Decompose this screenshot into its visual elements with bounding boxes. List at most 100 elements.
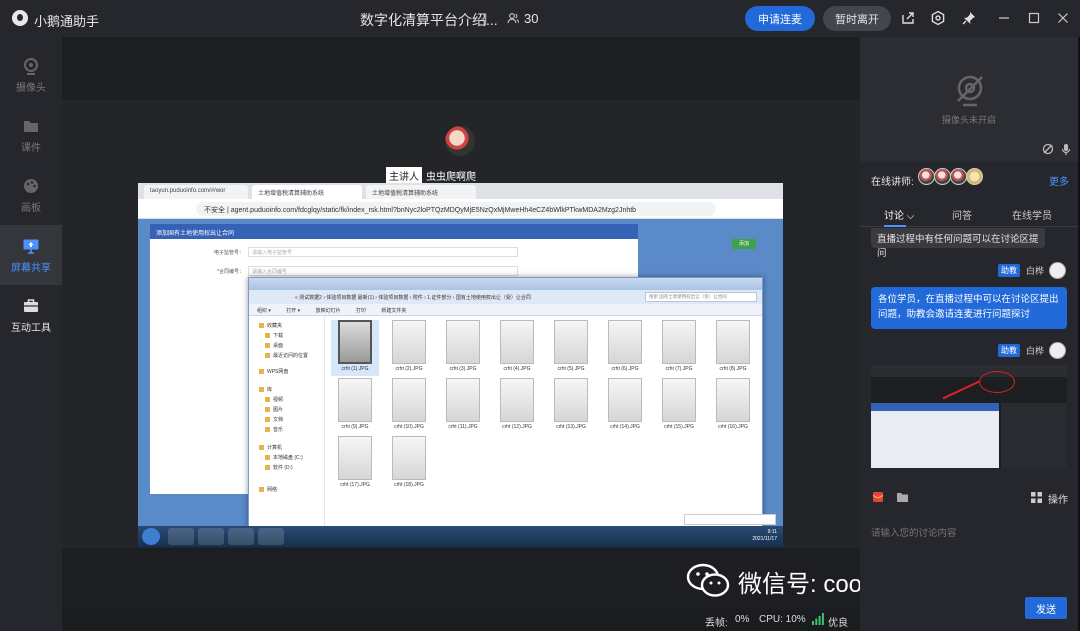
- presenter-name: 虫虫爬啊爬: [426, 172, 476, 183]
- frame-loss-value: 0%: [735, 614, 750, 625]
- add-record-button: 添加: [732, 239, 756, 249]
- file-thumbnail: crht (8).JPG: [709, 320, 757, 376]
- role-badge: 助教: [997, 344, 1020, 357]
- form-label: 电子监管号：: [213, 249, 244, 256]
- participants-icon: [507, 13, 519, 24]
- image-file-icon: [716, 320, 750, 364]
- tab-discussion[interactable]: 讨论 ⌵: [884, 207, 914, 222]
- form-input: 请输入合同编号: [248, 266, 518, 276]
- sidebar-item-courseware[interactable]: 课件: [0, 105, 62, 165]
- lecturer-avatar[interactable]: [934, 168, 951, 185]
- app-name: 小鹅通助手: [34, 14, 100, 29]
- file-thumbnail: crht (11).JPG: [439, 378, 487, 434]
- sidebar-item-whiteboard[interactable]: 画板: [0, 165, 62, 225]
- explorer-toolbar: 组织 ▾ 打开 ▾ 放映幻灯片 打印 新建文件夹: [249, 304, 762, 316]
- sidebar-item-screen-share[interactable]: 屏幕共享: [0, 225, 62, 285]
- close-icon[interactable]: [1056, 11, 1070, 25]
- sidebar-item-label: 摄像头: [16, 82, 46, 94]
- tab-online-students[interactable]: 在线学员: [1012, 207, 1052, 222]
- file-name: crht (11).JPG: [448, 424, 478, 430]
- chat-message: 各位学员，在直播过程中可以在讨论区提出问题，助教会邀请连麦进行问题探讨: [871, 287, 1067, 329]
- taskbar-chrome-icon: [198, 528, 224, 545]
- file-thumbnail: crht (16).JPG: [709, 378, 757, 434]
- file-name: crht (5).JPG: [557, 366, 585, 372]
- file-name: crht (10).JPG: [394, 424, 424, 430]
- apply-mic-button[interactable]: 申请连麦: [745, 6, 815, 31]
- chevron-down-icon: ⌵: [906, 211, 915, 222]
- left-sidebar: 摄像头 课件 画板 屏幕共享 互动工具: [0, 37, 62, 631]
- taskbar-date: 2021/11/17: [752, 536, 777, 542]
- app-logo-icon: [12, 10, 28, 26]
- taskbar-time: 9:11: [767, 529, 777, 535]
- file-thumbnail: crht (4).JPG: [493, 320, 541, 376]
- file-name: crht (4).JPG: [503, 366, 531, 372]
- explorer-titlebar: [249, 278, 762, 290]
- file-name: crht (9).JPG: [341, 424, 369, 430]
- browser-tab: 土地增值税清算辅助系统: [366, 185, 476, 199]
- explorer-toolbar-item: 组织 ▾: [257, 308, 271, 314]
- network-quality: 优良: [828, 618, 848, 629]
- share-out-icon[interactable]: [900, 10, 916, 26]
- browser-tab: 土地增值税清算辅助系统: [252, 185, 362, 199]
- shared-screen: taoyun.puduoinfo.com/#/wor 土地增值税清算辅助系统 土…: [138, 183, 783, 547]
- pin-icon[interactable]: [961, 10, 977, 26]
- file-thumbnail: crht (3).JPG: [439, 320, 487, 376]
- title-separator: |: [484, 11, 488, 26]
- nav-item: 图片: [265, 406, 283, 413]
- nav-item: 计算机: [259, 444, 282, 451]
- file-name: crht (12).JPG: [502, 424, 532, 430]
- send-button[interactable]: 发送: [1025, 597, 1067, 619]
- right-panel: 摄像头未开启 在线讲师: 更多 讨论 ⌵ 问答 在线学员 直播过程中有任何问题可…: [860, 37, 1080, 631]
- grid-icon[interactable]: [1031, 492, 1042, 503]
- file-name: crht (7).JPG: [665, 366, 693, 372]
- chat-image-message[interactable]: [871, 365, 1067, 468]
- image-file-icon: [554, 320, 588, 364]
- discussion-input[interactable]: 请输入您的讨论内容: [871, 525, 957, 539]
- file-name: crht (13).JPG: [556, 424, 586, 430]
- operate-button[interactable]: 操作: [1048, 491, 1068, 506]
- file-name: crht (2).JPG: [395, 366, 423, 372]
- maximize-icon[interactable]: [1027, 11, 1041, 25]
- file-thumbnail: crht (17).JPG: [331, 436, 379, 492]
- image-file-icon: [608, 320, 642, 364]
- lecturer-avatar[interactable]: [950, 168, 967, 185]
- red-envelope-icon[interactable]: [872, 491, 884, 503]
- lecturer-avatar[interactable]: [918, 168, 935, 185]
- image-file-icon: [500, 378, 534, 422]
- camera-preview: 摄像头未开启: [860, 37, 1078, 162]
- panel-tabs: 讨论 ⌵ 问答 在线学员: [860, 201, 1078, 227]
- nav-item: 网络: [259, 486, 277, 493]
- folder-icon[interactable]: [896, 491, 909, 503]
- sidebar-item-interactive-tools[interactable]: 互动工具: [0, 285, 62, 345]
- courseware-folder-icon: [24, 120, 38, 132]
- sidebar-item-camera[interactable]: 摄像头: [0, 45, 62, 105]
- speaker-icon[interactable]: [1042, 143, 1054, 155]
- explorer-toolbar-item: 放映幻灯片: [315, 308, 341, 314]
- nav-item: 桌面: [265, 342, 283, 349]
- microphone-icon[interactable]: [1060, 143, 1072, 155]
- image-file-icon: [500, 320, 534, 364]
- lecturer-avatar[interactable]: [966, 168, 983, 185]
- image-file-icon: [392, 436, 426, 480]
- tab-qa[interactable]: 问答: [952, 207, 972, 222]
- sidebar-item-label: 互动工具: [11, 322, 51, 334]
- leave-temporarily-button[interactable]: 暂时离开: [823, 6, 891, 31]
- sidebar-item-label: 课件: [21, 142, 41, 154]
- camera-off-icon: [957, 75, 983, 107]
- file-thumbnail: crht (18).JPG: [385, 436, 433, 492]
- nav-item: WPS网盘: [259, 368, 288, 375]
- settings-icon[interactable]: [930, 10, 946, 26]
- browser-tab: taoyun.puduoinfo.com/#/wor: [144, 185, 248, 199]
- tab-label: 讨论: [884, 211, 904, 222]
- more-lecturers-link[interactable]: 更多: [1049, 173, 1069, 188]
- file-name: crht (16).JPG: [718, 424, 748, 430]
- minimize-icon[interactable]: [997, 11, 1011, 25]
- file-name: crht (3).JPG: [449, 366, 477, 372]
- signal-strength-icon: [812, 613, 824, 625]
- file-thumbnail: crht (13).JPG: [547, 378, 595, 434]
- nav-item: 库: [259, 386, 272, 393]
- file-thumbnail: crht (2).JPG: [385, 320, 433, 376]
- file-name: crht (18).JPG: [394, 482, 424, 488]
- toolbox-icon: [24, 298, 38, 312]
- dialog-title: 添加国有土地使用权出让合同: [150, 224, 638, 239]
